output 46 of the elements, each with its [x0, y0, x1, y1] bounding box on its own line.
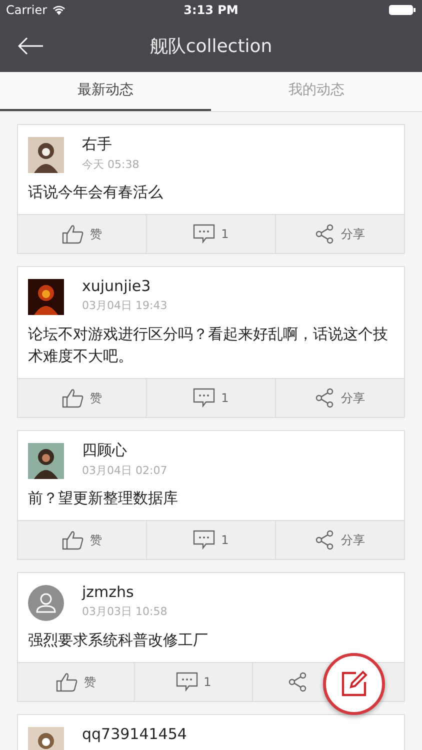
comment-icon	[176, 672, 198, 692]
thumbs-up-icon	[62, 388, 84, 408]
comment-button[interactable]: 1	[146, 215, 275, 253]
share-icon	[315, 530, 335, 550]
post-text: 前？望更新整理数据库	[27, 488, 179, 509]
like-button[interactable]: 赞	[18, 663, 134, 701]
comment-icon	[193, 530, 216, 550]
share-button[interactable]: 分享	[275, 215, 404, 253]
clock-label: 3:13 PM	[182, 3, 240, 17]
comment-icon	[193, 224, 216, 244]
tab[interactable]: 我的动态	[211, 72, 422, 111]
share-icon	[288, 672, 308, 692]
thumbs-up-icon	[62, 224, 84, 244]
edit-icon	[339, 669, 369, 699]
user-name: jzmzhs	[82, 583, 135, 601]
battery-icon	[389, 5, 416, 15]
user-name: 四顾心	[82, 441, 128, 460]
comment-button[interactable]: 1	[146, 521, 275, 559]
share-button[interactable]: 分享	[275, 379, 404, 417]
comment-button[interactable]: 1	[134, 663, 252, 701]
page-title: 舰队collection	[150, 35, 272, 58]
like-button[interactable]: 赞	[18, 379, 146, 417]
post-text: 话说今年会有春活么	[27, 182, 164, 203]
wifi-icon	[52, 5, 66, 15]
share-icon	[315, 388, 335, 408]
tab[interactable]: 最新动态	[0, 72, 211, 111]
like-button[interactable]: 赞	[18, 521, 146, 559]
thumbs-up-icon	[62, 530, 84, 550]
post-time: 03月04日 02:07	[82, 463, 168, 478]
user-name: qq739141454	[82, 725, 187, 743]
post-time: 03月04日 19:43	[82, 298, 168, 313]
back-arrow-icon[interactable]	[18, 37, 44, 55]
user-avatar-icon	[28, 585, 64, 621]
share-button[interactable]: 分享	[275, 521, 404, 559]
carrier-label: Carrier	[6, 3, 48, 17]
user-name: 右手	[82, 135, 113, 154]
user-name: xujunjie3	[82, 277, 152, 295]
post-time: 今天 05:38	[82, 157, 140, 172]
comment-button[interactable]: 1	[146, 379, 275, 417]
post-text: 论坛不对游戏进行区分吗？看起来好乱啊，话说这个技术难度不大吧。	[27, 324, 389, 367]
share-icon	[315, 224, 335, 244]
thumbs-up-icon	[56, 672, 78, 692]
post-text: 强烈要求系统科普改修工厂	[27, 630, 209, 651]
post-time: 03月03日 10:58	[82, 604, 168, 619]
comment-icon	[193, 388, 216, 408]
like-button[interactable]: 赞	[18, 215, 146, 253]
